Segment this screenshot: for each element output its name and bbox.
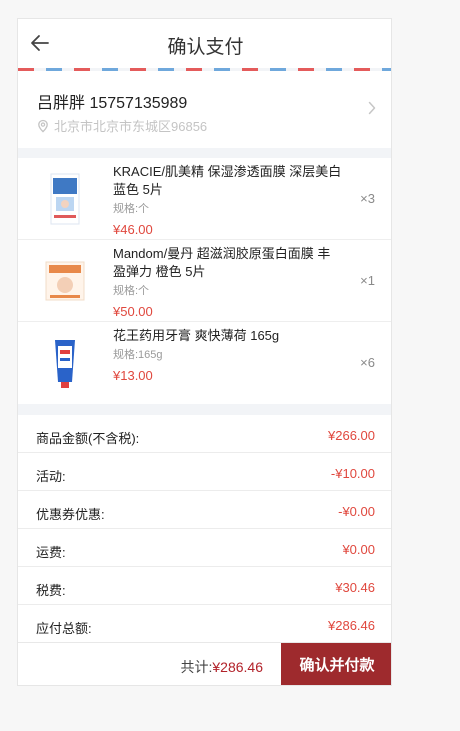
summary-row-amount-due: 应付总额: ¥286.46 (18, 605, 391, 643)
product-info: KRACIE/肌美精 保湿渗透面膜 深层美白 蓝色 5片 规格:个 ¥46.00 (113, 163, 343, 237)
summary-row-shipping: 运费: ¥0.00 (18, 529, 391, 567)
summary-row-subtotal: 商品金额(不含税): ¥266.00 (18, 415, 391, 453)
summary-label: 应付总额: (36, 621, 92, 636)
total-amount: ¥286.46 (212, 659, 263, 675)
product-item[interactable]: Mandom/曼丹 超滋润胶原蛋白面膜 丰盈弹力 橙色 5片 规格:个 ¥50.… (18, 240, 391, 322)
summary-value: ¥0.00 (342, 542, 375, 557)
summary-label: 税费: (36, 583, 66, 598)
summary-row-coupon[interactable]: 优惠券优惠: -¥0.00 (18, 491, 391, 529)
address-line: 北京市北京市东城区96856 (36, 116, 207, 135)
footer-total: 共计:¥286.46 (181, 657, 264, 677)
product-quantity: ×1 (360, 273, 375, 288)
product-price: ¥46.00 (113, 222, 153, 237)
summary-label: 优惠券优惠: (36, 507, 105, 522)
product-name: KRACIE/肌美精 保湿渗透面膜 深层美白 蓝色 5片 (113, 164, 342, 197)
summary-value: -¥10.00 (330, 466, 375, 481)
product-spec: 规格:个 (113, 203, 150, 215)
product-spec: 规格:165g (113, 349, 163, 361)
product-thumbnail-face-mask-blue (50, 173, 80, 225)
page-title: 确认支付 (167, 37, 244, 58)
checkout-footer: 共计:¥286.46 确认并付款 (18, 642, 391, 685)
product-info: 花王药用牙膏 爽快薄荷 165g 规格:165g ¥13.00 (113, 327, 343, 383)
shipping-address-card[interactable]: 吕胖胖 15757135989 北京市北京市东城区96856 (18, 71, 391, 148)
product-name: 花王药用牙膏 爽快薄荷 165g (113, 328, 280, 343)
summary-value: -¥0.00 (338, 504, 375, 519)
product-item[interactable]: 花王药用牙膏 爽快薄荷 165g 规格:165g ¥13.00 ×6 (18, 322, 391, 404)
summary-label: 活动: (36, 469, 66, 484)
product-quantity: ×6 (360, 355, 375, 370)
product-info: Mandom/曼丹 超滋润胶原蛋白面膜 丰盈弹力 橙色 5片 规格:个 ¥50.… (113, 245, 343, 319)
order-summary: 商品金额(不含税): ¥266.00 活动: -¥10.00 优惠券优惠: -¥… (18, 415, 391, 643)
product-item[interactable]: KRACIE/肌美精 保湿渗透面膜 深层美白 蓝色 5片 规格:个 ¥46.00… (18, 158, 391, 240)
product-thumbnail-face-mask-orange (45, 261, 85, 301)
recipient-name-phone: 吕胖胖 15757135989 (37, 95, 188, 112)
product-name: Mandom/曼丹 超滋润胶原蛋白面膜 丰盈弹力 橙色 5片 (113, 246, 331, 279)
product-price: ¥50.00 (113, 304, 153, 319)
confirm-pay-button[interactable]: 确认并付款 (281, 643, 391, 685)
address-text: 北京市北京市东城区96856 (54, 119, 208, 134)
location-pin-icon (38, 119, 48, 132)
summary-value: ¥266.00 (328, 428, 375, 443)
summary-value: ¥30.46 (335, 580, 375, 595)
total-label: 共计: (180, 659, 213, 675)
chevron-right-icon (368, 101, 376, 115)
product-price: ¥13.00 (113, 368, 153, 383)
summary-label: 运费: (36, 545, 66, 560)
top-nav-bar: 确认支付 (18, 19, 391, 68)
product-list: KRACIE/肌美精 保湿渗透面膜 深层美白 蓝色 5片 规格:个 ¥46.00… (18, 158, 391, 404)
summary-row-tax: 税费: ¥30.46 (18, 567, 391, 605)
checkout-screen: 确认支付 吕胖胖 15757135989 北京市北京市东城区96856 KRAC… (17, 18, 392, 686)
summary-label: 商品金额(不含税): (36, 431, 140, 446)
summary-row-promotion: 活动: -¥10.00 (18, 453, 391, 491)
summary-value: ¥286.46 (328, 618, 375, 633)
product-thumbnail-toothpaste (55, 340, 75, 388)
product-quantity: ×3 (360, 191, 375, 206)
product-spec: 规格:个 (113, 285, 150, 297)
